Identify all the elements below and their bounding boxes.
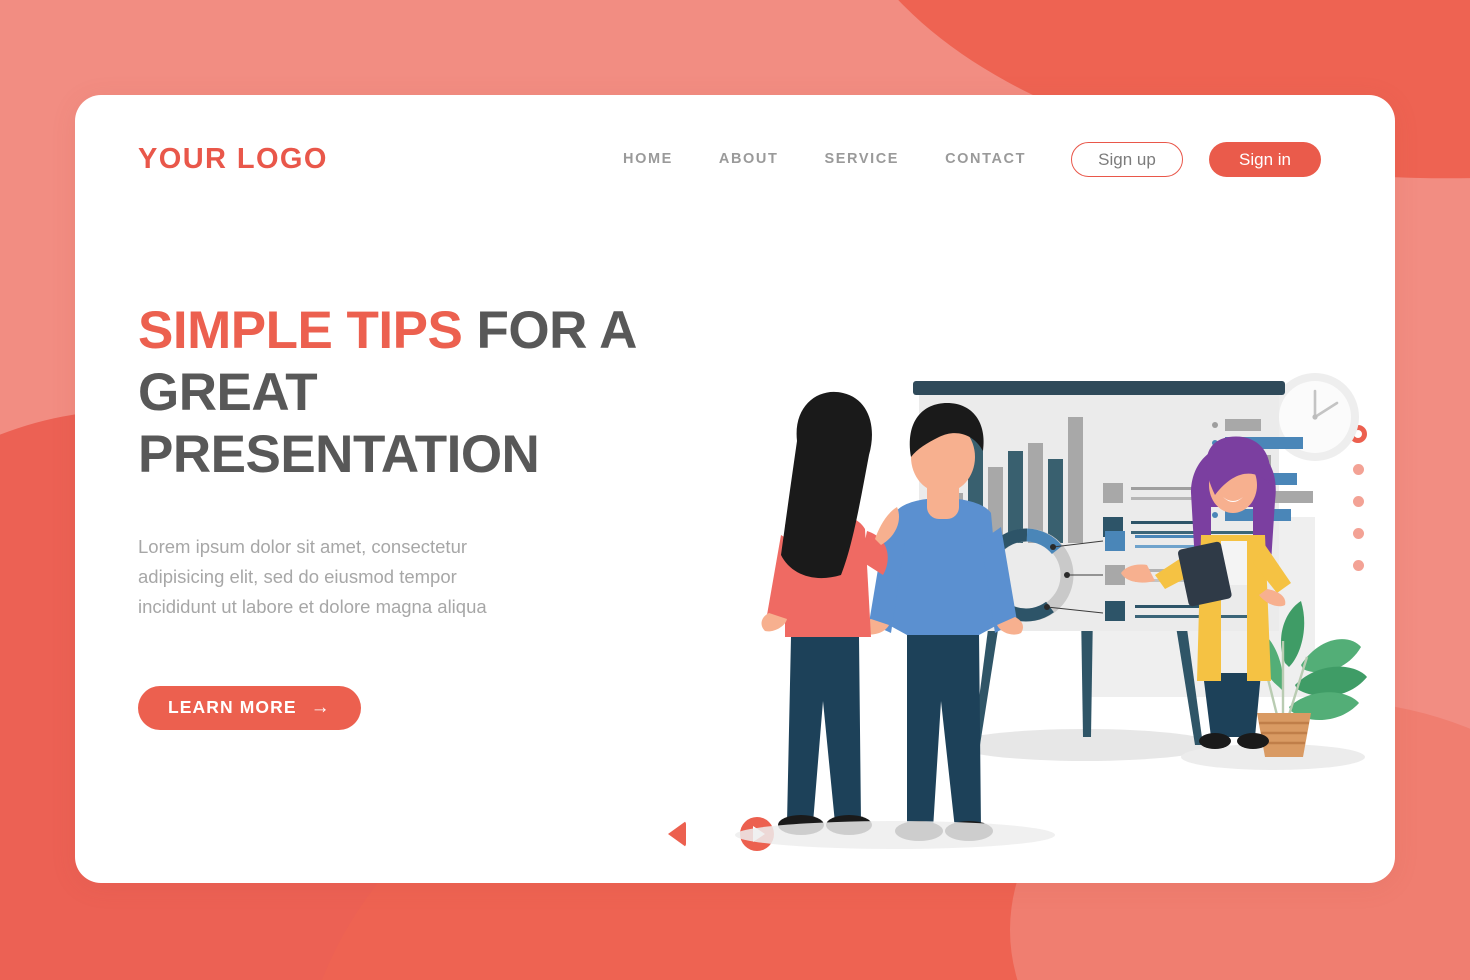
nav-item-home[interactable]: HOME <box>623 151 673 167</box>
main-nav: HOME ABOUT SERVICE CONTACT <box>623 151 1026 167</box>
legend-line-teal-1 <box>1131 521 1197 524</box>
woman-jeans <box>787 637 861 823</box>
legend-swatch-gray <box>1103 483 1123 503</box>
audience-shadow <box>735 821 1055 849</box>
donut-legend-swatch-blue <box>1105 531 1125 551</box>
auth-buttons: Sign up Sign in <box>1071 142 1321 177</box>
learn-more-button[interactable]: LEARN MORE → <box>138 685 361 730</box>
legend-line-gray-1 <box>1131 487 1197 490</box>
bar-7 <box>1068 417 1083 543</box>
bar-6 <box>1048 459 1063 543</box>
list-bullet-1 <box>1212 422 1218 428</box>
presenter-shoe-left <box>1199 733 1231 749</box>
hero-illustration <box>655 245 1395 865</box>
donut-legend-line-teal-2 <box>1135 615 1257 618</box>
bar-5 <box>1028 443 1043 543</box>
learn-more-label: LEARN MORE <box>168 697 297 718</box>
hero-copy: SIMPLE TIPS FOR A GREAT PRESENTATION Lor… <box>138 300 658 730</box>
man-trousers <box>907 633 981 829</box>
list-bar-1 <box>1225 419 1261 431</box>
sign-up-button[interactable]: Sign up <box>1071 142 1183 177</box>
plant-pot <box>1257 713 1311 757</box>
nav-item-service[interactable]: SERVICE <box>824 151 899 167</box>
donut-legend-swatch-gray <box>1105 565 1125 585</box>
donut-legend-swatch-teal <box>1105 601 1125 621</box>
sign-in-button[interactable]: Sign in <box>1209 142 1321 177</box>
page-title: SIMPLE TIPS FOR A GREAT PRESENTATION <box>138 300 658 486</box>
list-bullet-6 <box>1212 512 1218 518</box>
landing-card: YOUR LOGO HOME ABOUT SERVICE CONTACT Sig… <box>75 95 1395 883</box>
presenter-skirt <box>1203 673 1261 737</box>
hero-paragraph: Lorem ipsum dolor sit amet, consectetur … <box>138 536 487 617</box>
site-header: YOUR LOGO HOME ABOUT SERVICE CONTACT Sig… <box>75 95 1395 245</box>
presenter-shoe-right <box>1237 733 1269 749</box>
page-root: YOUR LOGO HOME ABOUT SERVICE CONTACT Sig… <box>0 0 1470 980</box>
logo[interactable]: YOUR LOGO <box>138 143 328 176</box>
arrow-right-icon: → <box>310 697 331 719</box>
whiteboard-top-bar <box>913 381 1285 395</box>
nav-item-contact[interactable]: CONTACT <box>945 151 1026 167</box>
headline-accent: SIMPLE TIPS <box>138 301 463 360</box>
nav-item-about[interactable]: ABOUT <box>719 151 779 167</box>
